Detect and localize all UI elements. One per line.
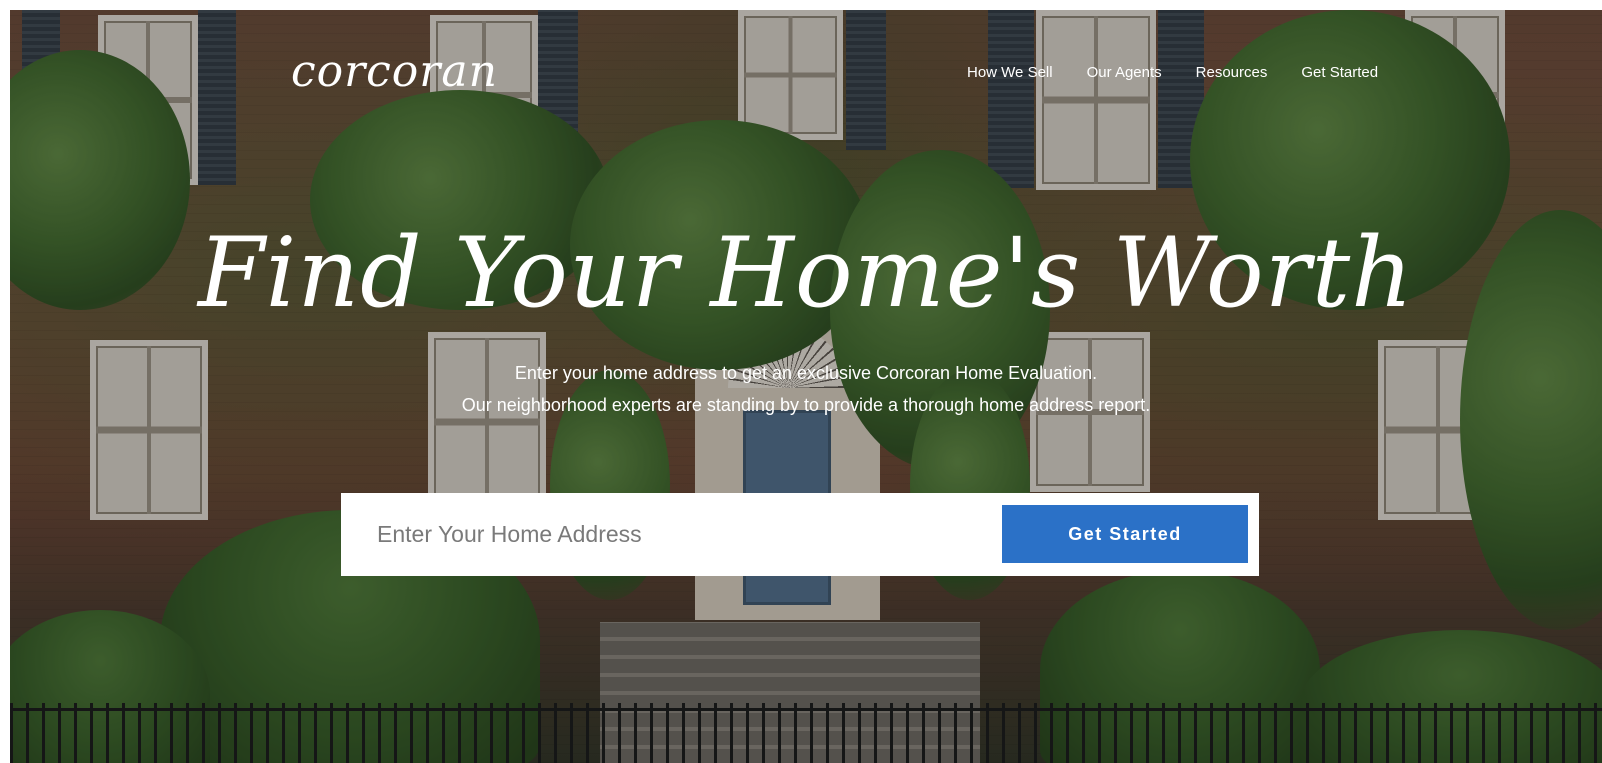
nav-how-we-sell[interactable]: How We Sell: [967, 64, 1053, 81]
dark-overlay: [10, 10, 1602, 763]
get-started-button[interactable]: Get Started: [1002, 505, 1248, 563]
hero-subtext-line2: Our neighborhood experts are standing by…: [461, 395, 1151, 415]
home-address-input[interactable]: [355, 505, 995, 563]
hero-headline: Find Your Home's Worth: [198, 217, 1414, 329]
corcoran-logo[interactable]: corcoran: [291, 46, 498, 97]
hero-subtext-line1: Enter your home address to get an exclus…: [514, 363, 1098, 383]
nav-our-agents[interactable]: Our Agents: [1087, 64, 1162, 81]
hero-background: corcoran How We Sell Our Agents Resource…: [10, 10, 1602, 763]
main-nav: How We Sell Our Agents Resources Get Sta…: [967, 64, 1378, 81]
nav-get-started[interactable]: Get Started: [1301, 64, 1378, 81]
nav-resources[interactable]: Resources: [1196, 64, 1268, 81]
address-search-form: Get Started: [341, 493, 1259, 576]
